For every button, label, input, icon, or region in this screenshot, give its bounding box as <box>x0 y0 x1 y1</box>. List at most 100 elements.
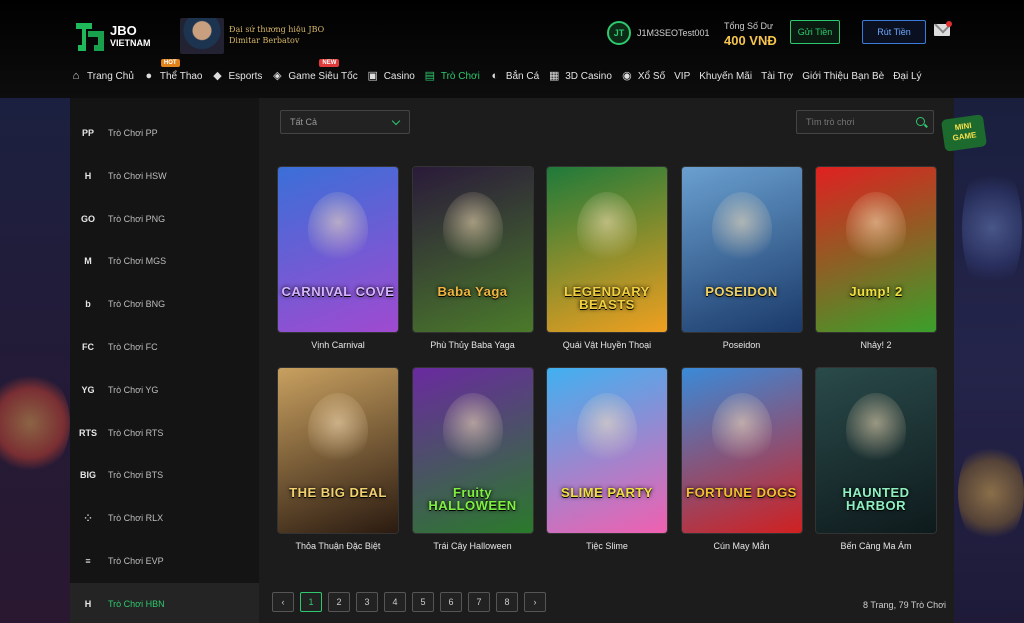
nav-item-11[interactable]: Tài Trợ <box>761 71 793 82</box>
sidebar-item-label: Trò Chơi RTS <box>108 427 164 438</box>
game-thumbnail[interactable]: LEGENDARY BEASTS <box>547 167 667 332</box>
game-card[interactable]: Baba Yaga Phù Thủy Baba Yaga <box>412 167 533 350</box>
page-button-5[interactable]: 5 <box>412 592 434 612</box>
game-name[interactable]: Thỏa Thuận Đặc Biệt <box>268 541 408 551</box>
nav-item-4[interactable]: ▣ Casino <box>367 70 415 82</box>
nav-item-label: Game Siêu Tốc <box>288 70 358 82</box>
game-thumbnail[interactable]: POSEIDON <box>681 167 802 332</box>
main-nav: ⌂ Trang Chủ ● Thể Thao HOT ◆ Esports ◈ Game Siêu… <box>70 59 931 86</box>
nav-item-label: Thể Thao <box>159 70 203 82</box>
game-card[interactable]: HAUNTED HARBOR Bến Cảng Ma Ám <box>816 368 936 551</box>
game-card[interactable]: Jump! 2 Nhảy! 2 <box>816 167 936 350</box>
game-thumbnail[interactable]: FORTUNE DOGS <box>681 368 802 533</box>
game-thumbnail[interactable]: Fruity HALLOWEEN <box>412 368 533 533</box>
game-name[interactable]: Cún May Mắn <box>672 541 812 551</box>
page-button-7[interactable]: 7 <box>468 592 490 612</box>
withdraw-button[interactable]: Rút Tiền <box>862 20 926 44</box>
balance-label: Tổng Số Dư <box>724 21 774 31</box>
game-art-figure <box>846 393 906 468</box>
game-card[interactable]: FORTUNE DOGS Cún May Mắn <box>681 368 802 551</box>
game-name[interactable]: Tiệc Slime <box>537 541 677 551</box>
provider-logo-icon: b <box>85 299 91 310</box>
ambassador-name: Dimitar Berbatov <box>229 36 300 45</box>
game-name[interactable]: Bến Cảng Ma Ám <box>806 541 946 551</box>
game-thumbnail[interactable]: THE BIG DEAL <box>278 368 398 533</box>
game-thumbnail[interactable]: CARNIVAL COVE <box>278 167 398 332</box>
game-card[interactable]: Fruity HALLOWEEN Trái Cây Halloween <box>412 368 533 551</box>
provider-logo-icon: ⁘ <box>84 512 92 523</box>
nav-item-10[interactable]: Khuyến Mãi <box>699 71 752 82</box>
game-thumbnail[interactable]: Baba Yaga <box>412 167 533 332</box>
game-name[interactable]: Poseidon <box>672 340 812 350</box>
sidebar-item-4[interactable]: b Trò Chơi BNG <box>70 283 259 325</box>
game-card[interactable]: CARNIVAL COVE Vịnh Carnival <box>278 167 398 350</box>
pagination: ‹ 1 2 3 4 5 6 7 8 › <box>272 592 552 612</box>
logo-text: JBO VIETNAM <box>110 24 151 50</box>
logo-brand: JBO <box>110 23 137 38</box>
sidebar-item-label: Trò Chơi RLX <box>108 513 164 524</box>
sidebar-item-label: Trò Chơi MGS <box>108 256 167 267</box>
prev-page-button[interactable]: ‹ <box>272 592 294 612</box>
provider-logo-icon: YG <box>81 384 95 395</box>
game-card[interactable]: SLIME PARTY Tiệc Slime <box>547 368 667 551</box>
page-button-3[interactable]: 3 <box>356 592 378 612</box>
ambassador-title: Đại sứ thương hiệu JBO <box>229 25 325 34</box>
nav-item-3[interactable]: ◈ Game Siêu Tốc NEW <box>271 59 358 82</box>
game-search-input[interactable] <box>796 110 934 134</box>
game-thumbnail[interactable]: HAUNTED HARBOR <box>816 368 936 533</box>
page-button-1[interactable]: 1 <box>300 592 322 612</box>
sidebar-item-2[interactable]: GO Trò Chơi PNG <box>70 198 259 240</box>
nav-item-8[interactable]: ◉ Xổ Số <box>621 70 665 82</box>
nav-item-9[interactable]: VIP <box>674 71 690 82</box>
deposit-button[interactable]: Gửi Tiền <box>790 20 840 44</box>
mini-game-button[interactable]: MINI GAME <box>940 114 988 152</box>
nav-item-7[interactable]: ▦ 3D Casino <box>548 70 612 82</box>
game-art-figure <box>442 192 503 267</box>
user-avatar-icon[interactable]: JT <box>607 21 631 45</box>
game-art-figure <box>577 393 637 468</box>
page-button-2[interactable]: 2 <box>328 592 350 612</box>
sidebar-item-0[interactable]: PP Trò Chơi PP <box>70 112 259 154</box>
game-name[interactable]: Quái Vật Huyền Thoại <box>537 340 677 350</box>
sidebar-item-label: Trò Chơi EVP <box>108 556 164 566</box>
sidebar-item-11[interactable]: H Trò Chơi HBN <box>70 582 259 623</box>
game-name[interactable]: Vịnh Carnival <box>268 340 408 350</box>
nav-item-12[interactable]: Giới Thiệu Bạn Bè <box>802 71 884 82</box>
page-button-6[interactable]: 6 <box>440 592 462 612</box>
sidebar-item-3[interactable]: M Trò Chơi MGS <box>70 240 259 282</box>
game-thumbnail[interactable]: Jump! 2 <box>816 167 936 332</box>
game-name[interactable]: Nhảy! 2 <box>806 340 946 350</box>
sidebar-item-5[interactable]: FC Trò Chơi FC <box>70 326 259 368</box>
sidebar-item-6[interactable]: YG Trò Chơi YG <box>70 369 259 411</box>
balance-value: 400 VNĐ <box>724 33 777 48</box>
nav-item-2[interactable]: ◆ Esports <box>212 70 262 82</box>
search-icon[interactable] <box>916 117 925 126</box>
nav-item-6[interactable]: ◐ Bắn Cá <box>489 70 540 82</box>
sidebar-item-9[interactable]: ⁘ Trò Chơi RLX <box>70 497 259 539</box>
sidebar-item-label: Trò Chơi BNG <box>108 299 166 310</box>
sidebar-item-7[interactable]: RTS Trò Chơi RTS <box>70 412 259 454</box>
page-button-8[interactable]: 8 <box>496 592 518 612</box>
category-filter-select[interactable]: Tất Cả <box>280 110 410 134</box>
nav-item-label: Xổ Số <box>637 70 666 82</box>
nav-item-5[interactable]: ▤ Trò Chơi <box>424 70 480 82</box>
game-card[interactable]: LEGENDARY BEASTS Quái Vật Huyền Thoại <box>547 167 667 350</box>
username[interactable]: J1M3SEOTest001 <box>637 28 710 38</box>
next-page-button[interactable]: › <box>524 592 546 612</box>
sidebar-item-10[interactable]: ≡ Trò Chơi EVP <box>70 540 259 582</box>
game-name[interactable]: Trái Cây Halloween <box>403 541 543 551</box>
game-card[interactable]: POSEIDON Poseidon <box>681 167 802 350</box>
game-name[interactable]: Phù Thủy Baba Yaga <box>403 340 543 350</box>
nav-item-13[interactable]: Đại Lý <box>893 71 921 82</box>
game-card[interactable]: THE BIG DEAL Thỏa Thuận Đặc Biệt <box>278 368 398 551</box>
sidebar-item-1[interactable]: H Trò Chơi HSW <box>70 155 259 197</box>
nav-item-0[interactable]: ⌂ Trang Chủ <box>70 70 134 82</box>
sidebar-item-8[interactable]: BIG Trò Chơi BTS <box>70 454 259 496</box>
game-art-title: HAUNTED HARBOR <box>842 485 910 513</box>
page-button-4[interactable]: 4 <box>384 592 406 612</box>
fish-icon: ◐ <box>491 70 499 82</box>
nav-item-1[interactable]: ● Thể Thao HOT <box>143 59 203 82</box>
game-thumbnail[interactable]: SLIME PARTY <box>547 368 667 533</box>
lottery-ball-icon: ◉ <box>622 70 632 82</box>
sidebar-item-label: Trò Chơi HBN <box>108 598 165 609</box>
